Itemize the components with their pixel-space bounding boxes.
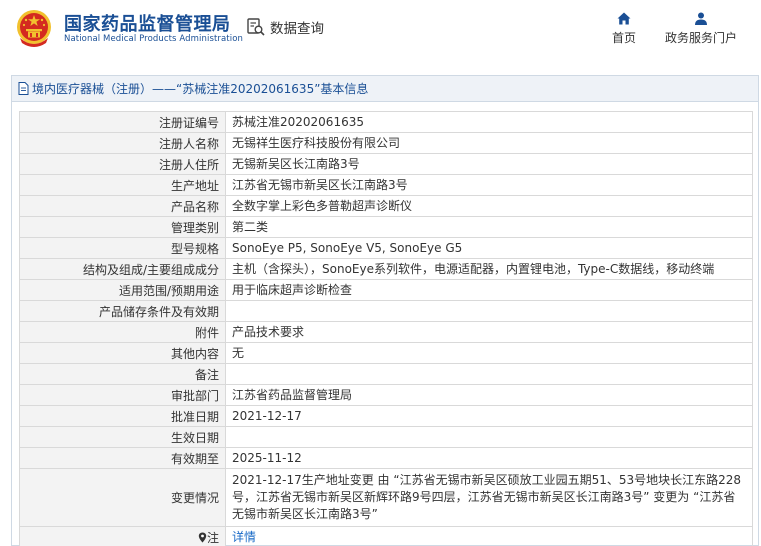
table-row: 备注: [19, 363, 753, 385]
field-value: 江苏省药品监督管理局: [225, 384, 753, 406]
person-icon: [695, 12, 707, 25]
field-value: 第二类: [225, 216, 753, 238]
national-emblem-icon: [17, 10, 51, 47]
table-row: 批准日期 2021-12-17: [19, 405, 753, 427]
panel-title: 境内医疗器械（注册）——“苏械注准20202061635”基本信息: [12, 76, 758, 102]
field-label: 产品储存条件及有效期: [19, 300, 226, 322]
field-label: 变更情况: [19, 468, 226, 527]
nav-home[interactable]: 首页: [608, 12, 640, 46]
field-label: 批准日期: [19, 405, 226, 427]
nav-portal[interactable]: 政务服务门户: [662, 12, 740, 46]
magnifier-document-icon: [247, 18, 265, 36]
site-subtitle: National Medical Products Administration: [64, 34, 243, 44]
field-value: [225, 363, 753, 385]
field-value: [225, 426, 753, 448]
field-label: 审批部门: [19, 384, 226, 406]
table-row: 注册人住所 无锡新吴区长江南路3号: [19, 153, 753, 175]
field-value: 苏械注准20202061635: [225, 111, 753, 133]
detail-panel: 境内医疗器械（注册）——“苏械注准20202061635”基本信息 注册证编号 …: [11, 75, 759, 546]
field-value: [225, 300, 753, 322]
table-row: 生效日期: [19, 426, 753, 448]
field-value: 2021-12-17: [225, 405, 753, 427]
table-row: 产品名称 全数字掌上彩色多普勒超声诊断仪: [19, 195, 753, 217]
table-row: 注册证编号 苏械注准20202061635: [19, 111, 753, 133]
site-title: 国家药品监督管理局: [64, 14, 231, 35]
detail-table: 注册证编号 苏械注准20202061635 注册人名称 无锡祥生医疗科技股份有限…: [19, 111, 753, 546]
field-value-cell: 详情: [225, 526, 753, 546]
nav-portal-label: 政务服务门户: [664, 31, 737, 45]
document-icon: [18, 82, 29, 95]
field-label: 附件: [19, 321, 226, 343]
table-row: 型号规格 SonoEye P5, SonoEye V5, SonoEye G5: [19, 237, 753, 259]
details-link[interactable]: 详情: [232, 530, 256, 544]
note-label-cell: 注: [19, 526, 226, 546]
table-row: 有效期至 2025-11-12: [19, 447, 753, 469]
field-value: 无锡祥生医疗科技股份有限公司: [225, 132, 753, 154]
field-label: 注: [206, 530, 219, 545]
field-label: 其他内容: [19, 342, 226, 364]
field-label: 适用范围/预期用途: [19, 279, 226, 301]
table-row: 注 详情: [19, 526, 753, 546]
field-value: 2025-11-12: [225, 447, 753, 469]
field-label: 型号规格: [19, 237, 226, 259]
table-row: 产品储存条件及有效期: [19, 300, 753, 322]
field-label: 结构及组成/主要组成成分: [19, 258, 226, 280]
field-label: 生效日期: [19, 426, 226, 448]
field-value: 无: [225, 342, 753, 364]
field-label: 产品名称: [19, 195, 226, 217]
field-label: 注册人名称: [19, 132, 226, 154]
data-search-link[interactable]: 数据查询: [246, 17, 324, 37]
field-value: 用于临床超声诊断检查: [225, 279, 753, 301]
table-row: 结构及组成/主要组成成分 主机（含探头），SonoEye系列软件，电源适配器，内…: [19, 258, 753, 280]
home-icon: [617, 12, 631, 25]
field-value: 全数字掌上彩色多普勒超声诊断仪: [225, 195, 753, 217]
field-label: 有效期至: [19, 447, 226, 469]
field-label: 管理类别: [19, 216, 226, 238]
table-row: 适用范围/预期用途 用于临床超声诊断检查: [19, 279, 753, 301]
table-row: 注册人名称 无锡祥生医疗科技股份有限公司: [19, 132, 753, 154]
field-value: 2021-12-17生产地址变更 由 “江苏省无锡市新吴区硕放工业园五期51、5…: [225, 468, 753, 527]
field-label: 生产地址: [19, 174, 226, 196]
panel-title-text: 境内医疗器械（注册）——“苏械注准20202061635”基本信息: [32, 82, 369, 96]
field-value: 产品技术要求: [225, 321, 753, 343]
field-value: 主机（含探头），SonoEye系列软件，电源适配器，内置锂电池，Type-C数据…: [225, 258, 753, 280]
table-row: 生产地址 江苏省无锡市新吴区长江南路3号: [19, 174, 753, 196]
table-row: 管理类别 第二类: [19, 216, 753, 238]
site-header: 国家药品监督管理局 National Medical Products Admi…: [0, 0, 761, 62]
field-value: 江苏省无锡市新吴区长江南路3号: [225, 174, 753, 196]
table-row: 附件 产品技术要求: [19, 321, 753, 343]
field-label: 备注: [19, 363, 226, 385]
location-pin-icon: [198, 532, 207, 542]
table-row: 审批部门 江苏省药品监督管理局: [19, 384, 753, 406]
field-value: 无锡新吴区长江南路3号: [225, 153, 753, 175]
field-value: SonoEye P5, SonoEye V5, SonoEye G5: [225, 237, 753, 259]
field-label: 注册证编号: [19, 111, 226, 133]
table-row: 变更情况 2021-12-17生产地址变更 由 “江苏省无锡市新吴区硕放工业园五…: [19, 468, 753, 527]
field-label: 注册人住所: [19, 153, 226, 175]
data-search-label: 数据查询: [270, 21, 324, 37]
nav-home-label: 首页: [611, 31, 636, 45]
table-row: 其他内容 无: [19, 342, 753, 364]
